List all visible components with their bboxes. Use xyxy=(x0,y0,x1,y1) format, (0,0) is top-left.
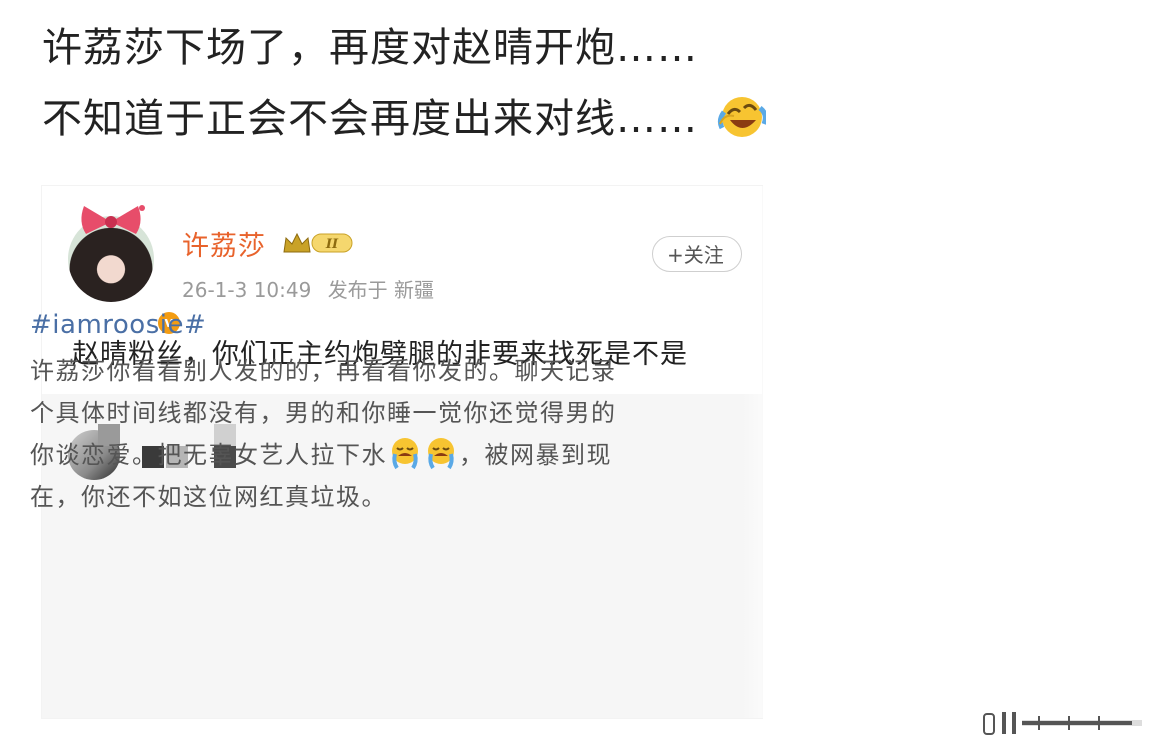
post-time: 26-1-3 10:49 xyxy=(182,278,312,302)
quoted-line-4: 在，你还不如这位网红真垃圾。 xyxy=(30,483,387,511)
crying-emoji-icon xyxy=(392,438,418,470)
bow-icon xyxy=(81,205,145,234)
quoted-line-2: 个具体时间线都没有，男的和你睡一觉你还觉得男的 xyxy=(30,399,617,427)
badge-level: II xyxy=(325,237,339,252)
avatar[interactable]: v xyxy=(68,205,182,336)
laughing-crying-emoji-icon xyxy=(717,97,766,137)
post-meta: 26-1-3 10:49 发布于 新疆 xyxy=(182,274,434,303)
quoted-line-3b: ，被网暴到现 xyxy=(459,441,612,469)
hashtag-link[interactable]: #iamroosie# xyxy=(30,310,206,340)
caption-text-1: 许荔莎下场了，再度对赵晴开炮…… xyxy=(42,25,698,71)
quoted-line-3: 你谈恋爱。把无辜女艺人拉下水 ，被网暴到现 xyxy=(30,434,720,476)
screenshot-edge-fade xyxy=(742,186,782,718)
quoted-line-3a: 你谈恋爱。把无辜女艺人拉下水 xyxy=(30,441,387,469)
caption-line-1: 许荔莎下场了，再度对赵晴开炮…… xyxy=(42,22,698,74)
follow-button[interactable]: +关注 xyxy=(652,236,742,272)
caption-text-2: 不知道于正会不会再度出来对线…… xyxy=(42,96,698,142)
post-username[interactable]: 许荔莎 xyxy=(182,224,266,263)
watermark-icon xyxy=(978,708,1148,738)
post-location: 发布于 新疆 xyxy=(327,278,435,302)
caption-line-2: 不知道于正会不会再度出来对线…… xyxy=(42,90,766,145)
crying-emoji-icon xyxy=(428,438,454,470)
quoted-line-1: 许荔莎你看看别人发的的，再看看你发的。聊天记录 xyxy=(30,357,617,385)
quoted-text: 许荔莎你看看别人发的的，再看看你发的。聊天记录 个具体时间线都没有，男的和你睡一… xyxy=(30,350,720,518)
crown-badge-icon: II xyxy=(283,232,353,253)
